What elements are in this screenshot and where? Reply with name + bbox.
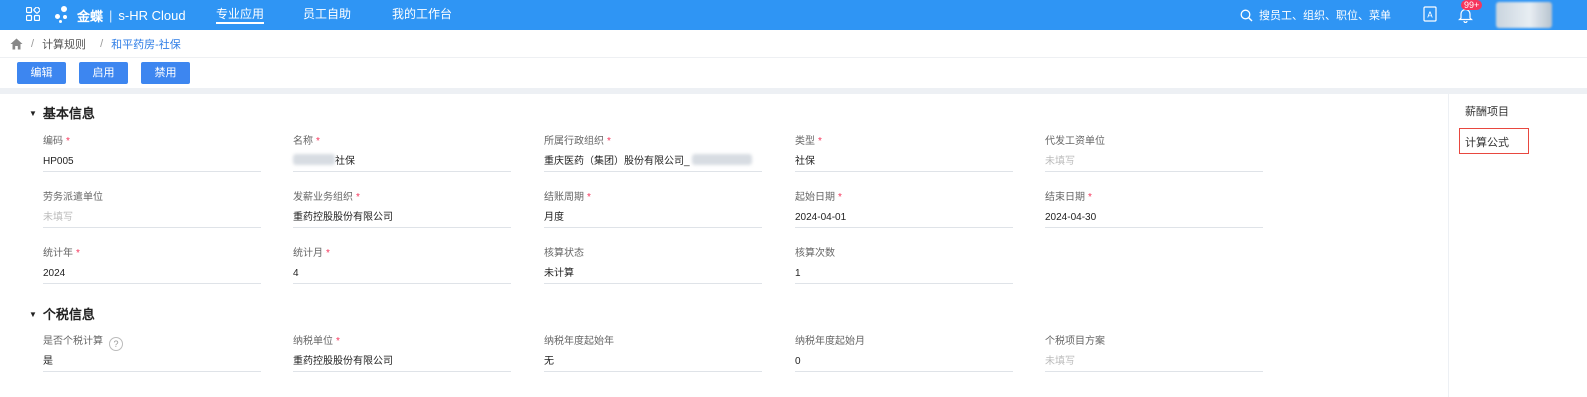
field-label: 核算次数 [795, 248, 835, 259]
field-stat-year: 统计年 * 2024 [43, 244, 261, 284]
avatar[interactable] [1496, 2, 1552, 28]
help-icon[interactable]: ? [109, 337, 123, 351]
tax-year-start-month-value[interactable]: 0 [795, 352, 1013, 372]
field-label: 统计月 [293, 248, 323, 259]
field-admin-org: 所属行政组织 * 重庆医药（集团）股份有限公司_ [544, 132, 762, 172]
field-label: 纳税单位 [293, 336, 333, 347]
field-label: 起始日期 [795, 192, 835, 203]
nav-my-workbench[interactable]: 我的工作台 [392, 0, 452, 30]
kingdee-logo-icon [55, 6, 73, 24]
calc-count-value[interactable]: 1 [795, 264, 1013, 284]
field-label: 纳税年度起始年 [544, 336, 614, 347]
admin-org-value[interactable]: 重庆医药（集团）股份有限公司_ [544, 152, 762, 172]
disable-button[interactable]: 禁用 [141, 62, 190, 84]
tax-item-scheme-value[interactable]: 未填写 [1045, 352, 1263, 372]
field-tax-year-start-year: 纳税年度起始年 无 [544, 332, 762, 372]
field-label: 结账周期 [544, 192, 584, 203]
field-label: 类型 [795, 136, 815, 147]
field-end-date: 结束日期 * 2024-04-30 [1045, 188, 1263, 228]
type-value[interactable]: 社保 [795, 152, 1013, 172]
field-label: 核算状态 [544, 248, 584, 259]
nav-professional-apps[interactable]: 专业应用 [216, 0, 265, 30]
field-tax-item-scheme: 个税项目方案 未填写 [1045, 332, 1263, 372]
caret-down-icon: ▼ [29, 310, 37, 319]
brand-name: 金蝶 [77, 8, 104, 24]
edit-button[interactable]: 编辑 [17, 62, 66, 84]
enable-button[interactable]: 启用 [79, 62, 128, 84]
tax-year-start-year-value[interactable]: 无 [544, 352, 762, 372]
top-bar: 金蝶 | s-HR Cloud 专业应用 员工自助 我的工作台 搜员工、组织、职… [0, 0, 1587, 30]
anchor-salary-items[interactable]: 薪酬项目 [1465, 103, 1509, 119]
start-date-value[interactable]: 2024-04-01 [795, 208, 1013, 228]
field-label: 统计年 [43, 248, 73, 259]
stat-month-value[interactable]: 4 [293, 264, 511, 284]
field-label: 结束日期 [1045, 192, 1085, 203]
is-tax-calc-value[interactable]: 是 [43, 352, 261, 372]
field-label: 发薪业务组织 [293, 192, 353, 203]
name-text: 社保 [335, 156, 355, 167]
field-type: 类型 * 社保 [795, 132, 1013, 172]
calc-status-value[interactable]: 未计算 [544, 264, 762, 284]
labor-dispatch-unit-value[interactable]: 未填写 [43, 208, 261, 228]
stat-year-value[interactable]: 2024 [43, 264, 261, 284]
main-content: ▼ 基本信息 编码 * HP005 名称 * 社保 所属行政组织 * 重庆医药（集团）股… [0, 94, 1448, 397]
field-label: 代发工资单位 [1045, 136, 1105, 147]
nav-employee-self-service[interactable]: 员工自助 [303, 0, 351, 30]
field-calc-status: 核算状态 未计算 [544, 244, 762, 284]
agent-pay-unit-value[interactable]: 未填写 [1045, 152, 1263, 172]
caret-down-icon: ▼ [29, 109, 37, 118]
code-value[interactable]: HP005 [43, 152, 261, 172]
name-value[interactable]: 社保 [293, 152, 511, 172]
section-title: 基本信息 [42, 106, 95, 121]
settle-period-value[interactable]: 月度 [544, 208, 762, 228]
svg-text:A: A [1427, 11, 1433, 20]
notification-badge: 99+ [1461, 0, 1483, 10]
product-name: s-HR Cloud [118, 7, 186, 23]
redacted-text [293, 154, 335, 165]
field-code: 编码 * HP005 [43, 132, 261, 172]
search-placeholder: 搜员工、组织、职位、菜单 [1259, 10, 1391, 22]
breadcrumb-calc-rules[interactable]: 计算规则 [42, 36, 86, 52]
redacted-text [691, 154, 752, 165]
tax-unit-value[interactable]: 重药控股股份有限公司 [293, 352, 511, 372]
breadcrumb-current: 和平药房-社保 [111, 38, 181, 51]
toolbar: 编辑 启用 禁用 [0, 58, 1587, 88]
document-translate-icon[interactable]: A [1423, 6, 1437, 22]
home-icon[interactable] [10, 38, 23, 50]
breadcrumb: / 计算规则 / 和平药房-社保 [0, 30, 1587, 58]
field-label: 名称 [293, 136, 313, 147]
brand-logo[interactable]: 金蝶 | s-HR Cloud [55, 4, 186, 26]
admin-org-text: 重庆医药（集团）股份有限公司_ [544, 156, 690, 167]
section-basic-info[interactable]: ▼ 基本信息 [29, 103, 95, 122]
field-tax-unit: 纳税单位 * 重药控股股份有限公司 [293, 332, 511, 372]
field-label: 个税项目方案 [1045, 336, 1105, 347]
field-settle-period: 结账周期 * 月度 [544, 188, 762, 228]
search-icon [1240, 9, 1253, 21]
field-label: 所属行政组织 [544, 136, 604, 147]
field-calc-count: 核算次数 1 [795, 244, 1013, 284]
field-name: 名称 * 社保 [293, 132, 511, 172]
field-stat-month: 统计月 * 4 [293, 244, 511, 284]
anchor-calc-formula[interactable]: 计算公式 [1465, 134, 1509, 150]
field-label: 纳税年度起始月 [795, 336, 865, 347]
right-anchor-panel: 薪酬项目 计算公式 [1448, 94, 1587, 397]
section-tax-info[interactable]: ▼ 个税信息 [29, 304, 95, 323]
pay-business-org-value[interactable]: 重药控股股份有限公司 [293, 208, 511, 228]
end-date-value[interactable]: 2024-04-30 [1045, 208, 1263, 228]
field-label: 编码 [43, 136, 63, 147]
field-tax-year-start-month: 纳税年度起始月 0 [795, 332, 1013, 372]
field-start-date: 起始日期 * 2024-04-01 [795, 188, 1013, 228]
field-is-tax-calc: 是否个税计算? 是 [43, 332, 261, 372]
app-grid-icon[interactable] [26, 7, 40, 21]
field-label: 劳务派遣单位 [43, 192, 103, 203]
section-title: 个税信息 [42, 307, 95, 322]
field-label: 是否个税计算 [43, 336, 103, 347]
global-search[interactable]: 搜员工、组织、职位、菜单 [1240, 6, 1391, 24]
field-labor-dispatch-unit: 劳务派遣单位 未填写 [43, 188, 261, 228]
field-agent-pay-unit: 代发工资单位 未填写 [1045, 132, 1263, 172]
field-pay-business-org: 发薪业务组织 * 重药控股股份有限公司 [293, 188, 511, 228]
